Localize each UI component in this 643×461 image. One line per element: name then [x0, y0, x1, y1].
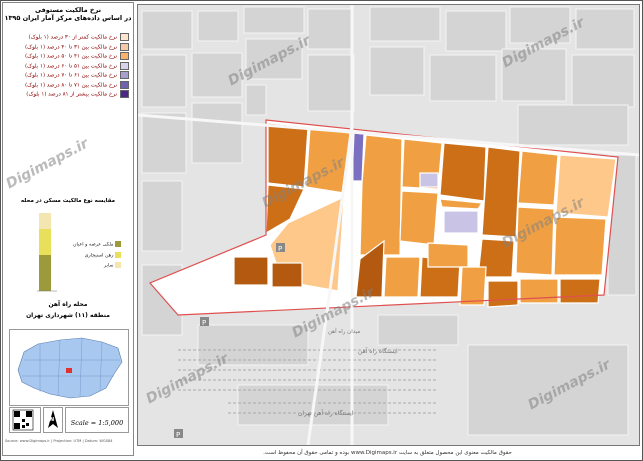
- legend-item: نرخ مالکیت بین ۴۱ تا ۵۰ درصد (۱ بلوک): [7, 52, 129, 61]
- square-label: میدان راه آهن: [328, 328, 360, 335]
- bar-legend-item-owned: ملکی عرصه و اعیان: [73, 241, 122, 248]
- legend-swatch: [120, 52, 129, 60]
- legend-title: نرخ مالکیت مستوفی در اساس داده‌های مرکز …: [3, 6, 133, 22]
- legend-item: نرخ مالکیت بین ۵۱ تا ۶۰ درصد (۱ بلوک): [7, 61, 129, 71]
- location-marker: [66, 368, 72, 373]
- legend-swatch: [120, 71, 129, 79]
- swatch: [115, 262, 122, 268]
- location-map: [9, 329, 129, 406]
- bar-segment-other: [39, 213, 51, 229]
- qr-code-icon: [12, 409, 34, 431]
- legend-label: نرخ مالکیت بین ۵۱ تا ۶۰ درصد (۱ بلوک): [25, 63, 117, 69]
- legend-label: نرخ مالکیت بین ۷۱ تا ۸۰ درصد (۱ بلوک): [25, 82, 117, 88]
- bar-legend: ملکی عرصه و اعیان رهن استیجاری سایر: [73, 241, 122, 269]
- bar-legend-label: رهن استیجاری: [84, 253, 114, 258]
- svg-text:P: P: [202, 319, 206, 327]
- legend-item: نرخ مالکیت کمتر از ۳۰ درصد (۱ بلوک): [7, 33, 129, 42]
- legend-title-line2: در اساس داده‌های مرکز آمار ایران ۱۳۹۵: [4, 14, 132, 22]
- svg-text:P: P: [176, 431, 180, 439]
- bar-segment-owned: [39, 255, 51, 291]
- bar-legend-item-rent: رهن استیجاری: [73, 251, 122, 258]
- bar-section-title: مقایسه نوع مالکیت مسکن در محله: [20, 198, 116, 204]
- credits: Source: www.Digimaps.ir | Projection: UT…: [5, 439, 113, 443]
- swatch: [115, 251, 122, 258]
- legend-label: نرخ مالکیت بیشتر از ۸۱ درصد (۱ بلوک): [26, 91, 117, 98]
- legend-item: نرخ مالکیت بین ۷۱ تا ۸۰ درصد (۱ بلوک): [7, 80, 129, 90]
- location-subtitle: منطقه (۱۱) شهرداری تهران: [26, 312, 110, 319]
- qr-code-box: [9, 407, 41, 433]
- north-label: N: [50, 417, 55, 423]
- station-label: ایستگاه راه آهن: [358, 346, 398, 355]
- bar-legend-label: ملکی عرصه و اعیان: [73, 242, 114, 248]
- legend-item: نرخ مالکیت بین ۶۱ تا ۷۰ درصد (۱ بلوک): [7, 71, 129, 80]
- stacked-bar-chart: [33, 208, 73, 293]
- legend-label: نرخ مالکیت بین ۳۱ تا ۴۰ درصد (۱ بلوک): [25, 44, 117, 50]
- swatch: [115, 241, 122, 247]
- bar-segment-rent: [39, 229, 51, 255]
- legend-panel: نرخ مالکیت مستوفی در اساس داده‌های مرکز …: [2, 2, 134, 456]
- legend-swatch: [120, 33, 129, 41]
- legend-item: نرخ مالکیت بین ۳۱ تا ۴۰ درصد (۱ بلوک): [7, 42, 129, 52]
- legend-swatch: [120, 42, 129, 51]
- station2-label: ایستگاه راه آهن تهران: [298, 408, 354, 417]
- legend-label: نرخ مالکیت بین ۶۱ تا ۷۰ درصد (۱ بلوک): [25, 72, 117, 79]
- bar-legend-item-other: سایر: [73, 262, 122, 269]
- legend-label: نرخ مالکیت کمتر از ۳۰ درصد (۱ بلوک): [28, 34, 117, 41]
- north-arrow-box: N: [43, 407, 63, 433]
- legend-swatch: [120, 90, 129, 98]
- svg-text:P: P: [278, 245, 282, 253]
- legend-swatch: [120, 61, 129, 70]
- scale-box: Scale = 1:5,000: [65, 407, 129, 433]
- scale-text: Scale = 1:5,000: [70, 419, 124, 427]
- legend-title-line1: نرخ مالکیت مستوفی: [34, 6, 102, 14]
- main-map[interactable]: P P P ایستگاه راه آهن ایستگاه راه آهن ته…: [137, 4, 640, 446]
- legend-swatch: [120, 80, 129, 89]
- bar-legend-label: سایر: [104, 263, 114, 269]
- legend-label: نرخ مالکیت بین ۴۱ تا ۵۰ درصد (۱ بلوک): [25, 53, 117, 60]
- legend-item: نرخ مالکیت بیشتر از ۸۱ درصد (۱ بلوک): [7, 90, 129, 99]
- footer-copyright: حقوق مالکیت معنوی این محصول متعلق به سای…: [263, 450, 512, 456]
- location-title: محله راه آهن: [48, 301, 88, 308]
